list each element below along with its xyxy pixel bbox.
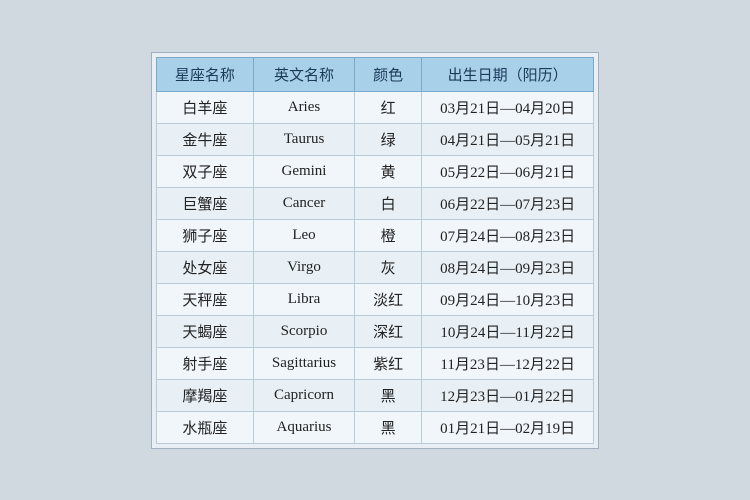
- cell-chinese-name: 巨蟹座: [156, 187, 253, 219]
- table-row: 金牛座Taurus绿04月21日—05月21日: [156, 123, 593, 155]
- zodiac-table: 星座名称 英文名称 颜色 出生日期（阳历） 白羊座Aries红03月21日—04…: [156, 57, 594, 444]
- cell-color: 紫红: [355, 347, 422, 379]
- cell-english-name: Leo: [253, 219, 354, 251]
- cell-color: 淡红: [355, 283, 422, 315]
- cell-dates: 09月24日—10月23日: [422, 283, 594, 315]
- table-row: 双子座Gemini黄05月22日—06月21日: [156, 155, 593, 187]
- cell-dates: 12月23日—01月22日: [422, 379, 594, 411]
- cell-color: 黄: [355, 155, 422, 187]
- table-row: 白羊座Aries红03月21日—04月20日: [156, 91, 593, 123]
- cell-color: 白: [355, 187, 422, 219]
- cell-chinese-name: 射手座: [156, 347, 253, 379]
- cell-english-name: Capricorn: [253, 379, 354, 411]
- table-row: 狮子座Leo橙07月24日—08月23日: [156, 219, 593, 251]
- cell-english-name: Scorpio: [253, 315, 354, 347]
- cell-color: 深红: [355, 315, 422, 347]
- cell-english-name: Virgo: [253, 251, 354, 283]
- cell-english-name: Cancer: [253, 187, 354, 219]
- cell-dates: 11月23日—12月22日: [422, 347, 594, 379]
- cell-color: 灰: [355, 251, 422, 283]
- cell-dates: 10月24日—11月22日: [422, 315, 594, 347]
- cell-color: 橙: [355, 219, 422, 251]
- cell-dates: 04月21日—05月21日: [422, 123, 594, 155]
- cell-dates: 05月22日—06月21日: [422, 155, 594, 187]
- cell-english-name: Libra: [253, 283, 354, 315]
- zodiac-table-container: 星座名称 英文名称 颜色 出生日期（阳历） 白羊座Aries红03月21日—04…: [151, 52, 599, 449]
- cell-chinese-name: 水瓶座: [156, 411, 253, 443]
- cell-chinese-name: 天秤座: [156, 283, 253, 315]
- cell-chinese-name: 处女座: [156, 251, 253, 283]
- cell-chinese-name: 双子座: [156, 155, 253, 187]
- table-header-row: 星座名称 英文名称 颜色 出生日期（阳历）: [156, 57, 593, 91]
- table-row: 摩羯座Capricorn黑12月23日—01月22日: [156, 379, 593, 411]
- cell-dates: 01月21日—02月19日: [422, 411, 594, 443]
- header-chinese-name: 星座名称: [156, 57, 253, 91]
- cell-dates: 03月21日—04月20日: [422, 91, 594, 123]
- cell-chinese-name: 狮子座: [156, 219, 253, 251]
- cell-dates: 08月24日—09月23日: [422, 251, 594, 283]
- cell-dates: 06月22日—07月23日: [422, 187, 594, 219]
- table-row: 巨蟹座Cancer白06月22日—07月23日: [156, 187, 593, 219]
- cell-chinese-name: 金牛座: [156, 123, 253, 155]
- cell-color: 黑: [355, 411, 422, 443]
- table-row: 天秤座Libra淡红09月24日—10月23日: [156, 283, 593, 315]
- header-color: 颜色: [355, 57, 422, 91]
- cell-english-name: Aquarius: [253, 411, 354, 443]
- header-dates: 出生日期（阳历）: [422, 57, 594, 91]
- cell-english-name: Taurus: [253, 123, 354, 155]
- table-body: 白羊座Aries红03月21日—04月20日金牛座Taurus绿04月21日—0…: [156, 91, 593, 443]
- cell-color: 黑: [355, 379, 422, 411]
- cell-chinese-name: 天蝎座: [156, 315, 253, 347]
- cell-english-name: Gemini: [253, 155, 354, 187]
- cell-english-name: Sagittarius: [253, 347, 354, 379]
- header-english-name: 英文名称: [253, 57, 354, 91]
- cell-color: 绿: [355, 123, 422, 155]
- table-row: 水瓶座Aquarius黑01月21日—02月19日: [156, 411, 593, 443]
- cell-chinese-name: 摩羯座: [156, 379, 253, 411]
- table-row: 处女座Virgo灰08月24日—09月23日: [156, 251, 593, 283]
- cell-dates: 07月24日—08月23日: [422, 219, 594, 251]
- cell-color: 红: [355, 91, 422, 123]
- cell-chinese-name: 白羊座: [156, 91, 253, 123]
- cell-english-name: Aries: [253, 91, 354, 123]
- table-row: 天蝎座Scorpio深红10月24日—11月22日: [156, 315, 593, 347]
- table-row: 射手座Sagittarius紫红11月23日—12月22日: [156, 347, 593, 379]
